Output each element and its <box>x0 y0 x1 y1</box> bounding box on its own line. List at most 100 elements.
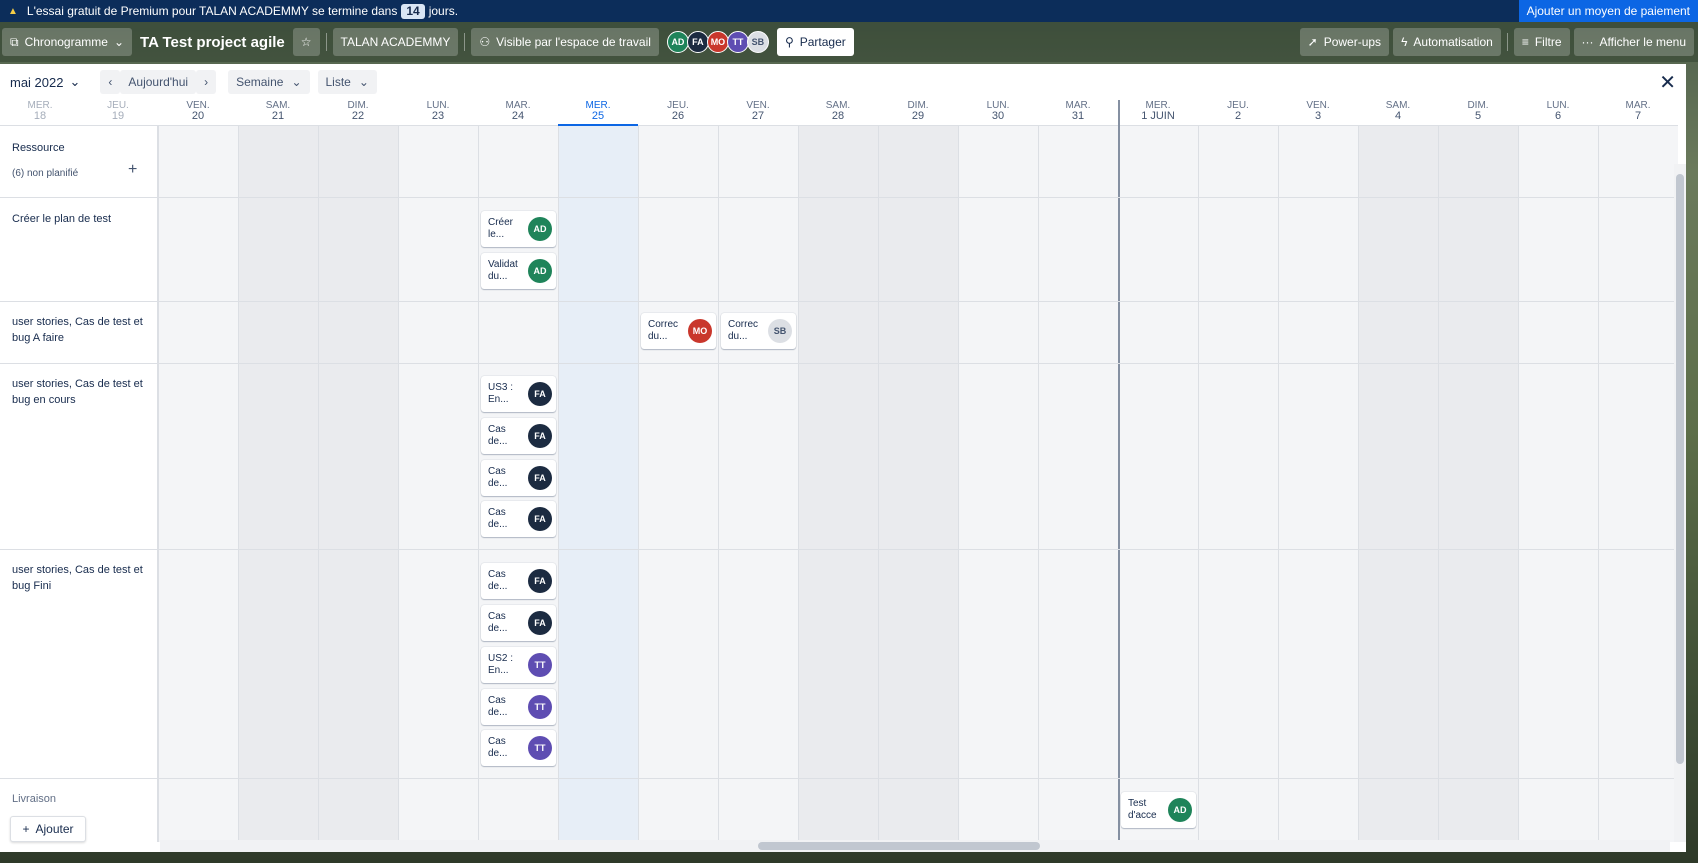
show-menu-button[interactable]: ··· Afficher le menu <box>1573 28 1694 56</box>
previous-button[interactable]: ‹ <box>100 70 121 94</box>
visibility-label: Visible par l'espace de travail <box>496 35 651 49</box>
add-person-icon: ⚲ <box>784 35 794 49</box>
timeline-card[interactable]: Cas de... FA <box>481 460 556 496</box>
column-header: SAM. 28 <box>798 100 878 126</box>
day-column[interactable] <box>238 126 318 842</box>
column-header: VEN. 27 <box>718 100 798 126</box>
powerups-label: Power-ups <box>1323 35 1382 49</box>
column-header: MER. 18 <box>0 100 80 126</box>
month-selector[interactable]: mai 2022 ⌄ <box>10 74 80 90</box>
board-title[interactable]: TA Test project agile <box>132 34 293 51</box>
resource-header: Ressource <box>12 142 65 154</box>
timeline-card[interactable]: Cas de... TT <box>481 730 556 766</box>
avatar: FA <box>528 466 552 490</box>
avatar: FA <box>528 382 552 406</box>
row-label: Livraison <box>12 793 57 805</box>
timeline-card[interactable]: Cas de... FA <box>481 501 556 537</box>
column-header: LUN. 23 <box>398 100 478 126</box>
add-payment-button[interactable]: Ajouter un moyen de paiement <box>1518 0 1698 22</box>
day-column[interactable] <box>1038 126 1118 842</box>
timeline-card[interactable]: Cas de... FA <box>481 418 556 454</box>
day-column[interactable] <box>398 126 478 842</box>
column-header: MER. 1 JUIN <box>1118 100 1198 126</box>
divider <box>464 33 466 51</box>
timeline-card[interactable]: Validat du... AD <box>481 253 556 289</box>
day-column[interactable] <box>318 126 398 842</box>
banner-text: L'essai gratuit de Premium pour TALAN AC… <box>26 4 398 18</box>
day-column-today[interactable] <box>558 126 638 842</box>
timeline-card[interactable]: US2 : En... TT <box>481 647 556 683</box>
avatar: FA <box>528 569 552 593</box>
automation-button[interactable]: ϟ Automatisation <box>1393 28 1501 56</box>
close-icon[interactable]: ✕ <box>1659 70 1676 95</box>
next-button[interactable]: › <box>196 70 217 94</box>
column-header: VEN. 20 <box>158 100 238 126</box>
avatar[interactable]: FA <box>686 31 709 53</box>
avatar[interactable]: AD <box>666 31 689 53</box>
member-avatars: AD FA MO TT SB <box>666 31 769 53</box>
day-column[interactable] <box>878 126 958 842</box>
share-button[interactable]: ⚲ Partager <box>776 28 854 56</box>
add-icon[interactable]: + <box>128 161 137 179</box>
add-list-label: Ajouter <box>35 822 74 836</box>
day-column[interactable] <box>798 126 878 842</box>
group-label: Liste <box>325 75 351 89</box>
today-button[interactable]: Aujourd'hui <box>120 70 197 94</box>
automation-label: Automatisation <box>1413 35 1493 49</box>
day-column[interactable] <box>1278 126 1358 842</box>
row-divider <box>0 549 1680 550</box>
timeline-card[interactable]: Cas de... TT <box>481 689 556 725</box>
add-list-button[interactable]: + Ajouter <box>10 816 86 842</box>
divider <box>325 33 327 51</box>
scroll-thumb[interactable] <box>1676 174 1684 764</box>
workspace-button[interactable]: TALAN ACADEMMY <box>332 28 459 56</box>
timeline-card[interactable]: Créer le... AD <box>481 211 556 247</box>
avatar: SB <box>768 319 792 343</box>
day-column[interactable] <box>958 126 1038 842</box>
unplanned-count[interactable]: (6) non planifié <box>12 168 78 179</box>
timeline-card[interactable]: Cas de... FA <box>481 605 556 641</box>
timeline-card[interactable]: Cas de... FA <box>481 563 556 599</box>
star-icon: ☆ <box>300 35 312 49</box>
day-column[interactable] <box>1198 126 1278 842</box>
row-divider <box>0 301 1680 302</box>
lightning-icon: ▲ <box>8 5 18 17</box>
column-header: LUN. 30 <box>958 100 1038 126</box>
filter-icon: ≡ <box>1521 35 1529 49</box>
avatar: MO <box>688 319 712 343</box>
premium-trial-banner: ▲ L'essai gratuit de Premium pour TALAN … <box>0 0 1698 22</box>
banner-text-end: jours. <box>428 4 459 18</box>
day-column[interactable] <box>638 126 718 842</box>
avatar[interactable]: TT <box>726 31 749 53</box>
timeline-card[interactable]: Test d'acce AD <box>1121 792 1196 828</box>
column-header: JEU. 2 <box>1198 100 1278 126</box>
row-label: user stories, Cas de test et bug A faire <box>12 316 143 344</box>
visibility-button[interactable]: ⚇ Visible par l'espace de travail <box>471 28 659 56</box>
avatar[interactable]: MO <box>706 31 729 53</box>
column-header: JEU. 26 <box>638 100 718 126</box>
day-column[interactable] <box>1518 126 1598 842</box>
avatar[interactable]: SB <box>746 31 769 53</box>
powerups-button[interactable]: ➚ Power-ups <box>1299 28 1390 56</box>
column-header: SAM. 4 <box>1358 100 1438 126</box>
star-button[interactable]: ☆ <box>292 28 320 56</box>
row-divider <box>0 197 1680 198</box>
vertical-scrollbar[interactable] <box>1674 164 1686 842</box>
day-column[interactable] <box>158 126 238 842</box>
day-column[interactable] <box>1438 126 1518 842</box>
day-column[interactable] <box>1118 126 1198 842</box>
horizontal-scrollbar[interactable] <box>160 840 1670 852</box>
view-switcher-button[interactable]: ⧉ Chronogramme ⌄ <box>2 28 133 56</box>
avatar: FA <box>528 424 552 448</box>
timeline-card[interactable]: Correc du... MO <box>641 313 716 349</box>
day-column[interactable] <box>1358 126 1438 842</box>
day-column[interactable] <box>1598 126 1678 842</box>
zoom-select[interactable]: Semaine ⌄ <box>228 70 310 94</box>
group-select[interactable]: Liste ⌄ <box>317 70 377 94</box>
filter-button[interactable]: ≡ Filtre <box>1513 28 1570 56</box>
day-column[interactable] <box>718 126 798 842</box>
timeline-card[interactable]: US3 : En... FA <box>481 376 556 412</box>
share-label: Partager <box>799 35 846 49</box>
timeline-card[interactable]: Correc du... SB <box>721 313 796 349</box>
scroll-thumb[interactable] <box>758 842 1040 850</box>
